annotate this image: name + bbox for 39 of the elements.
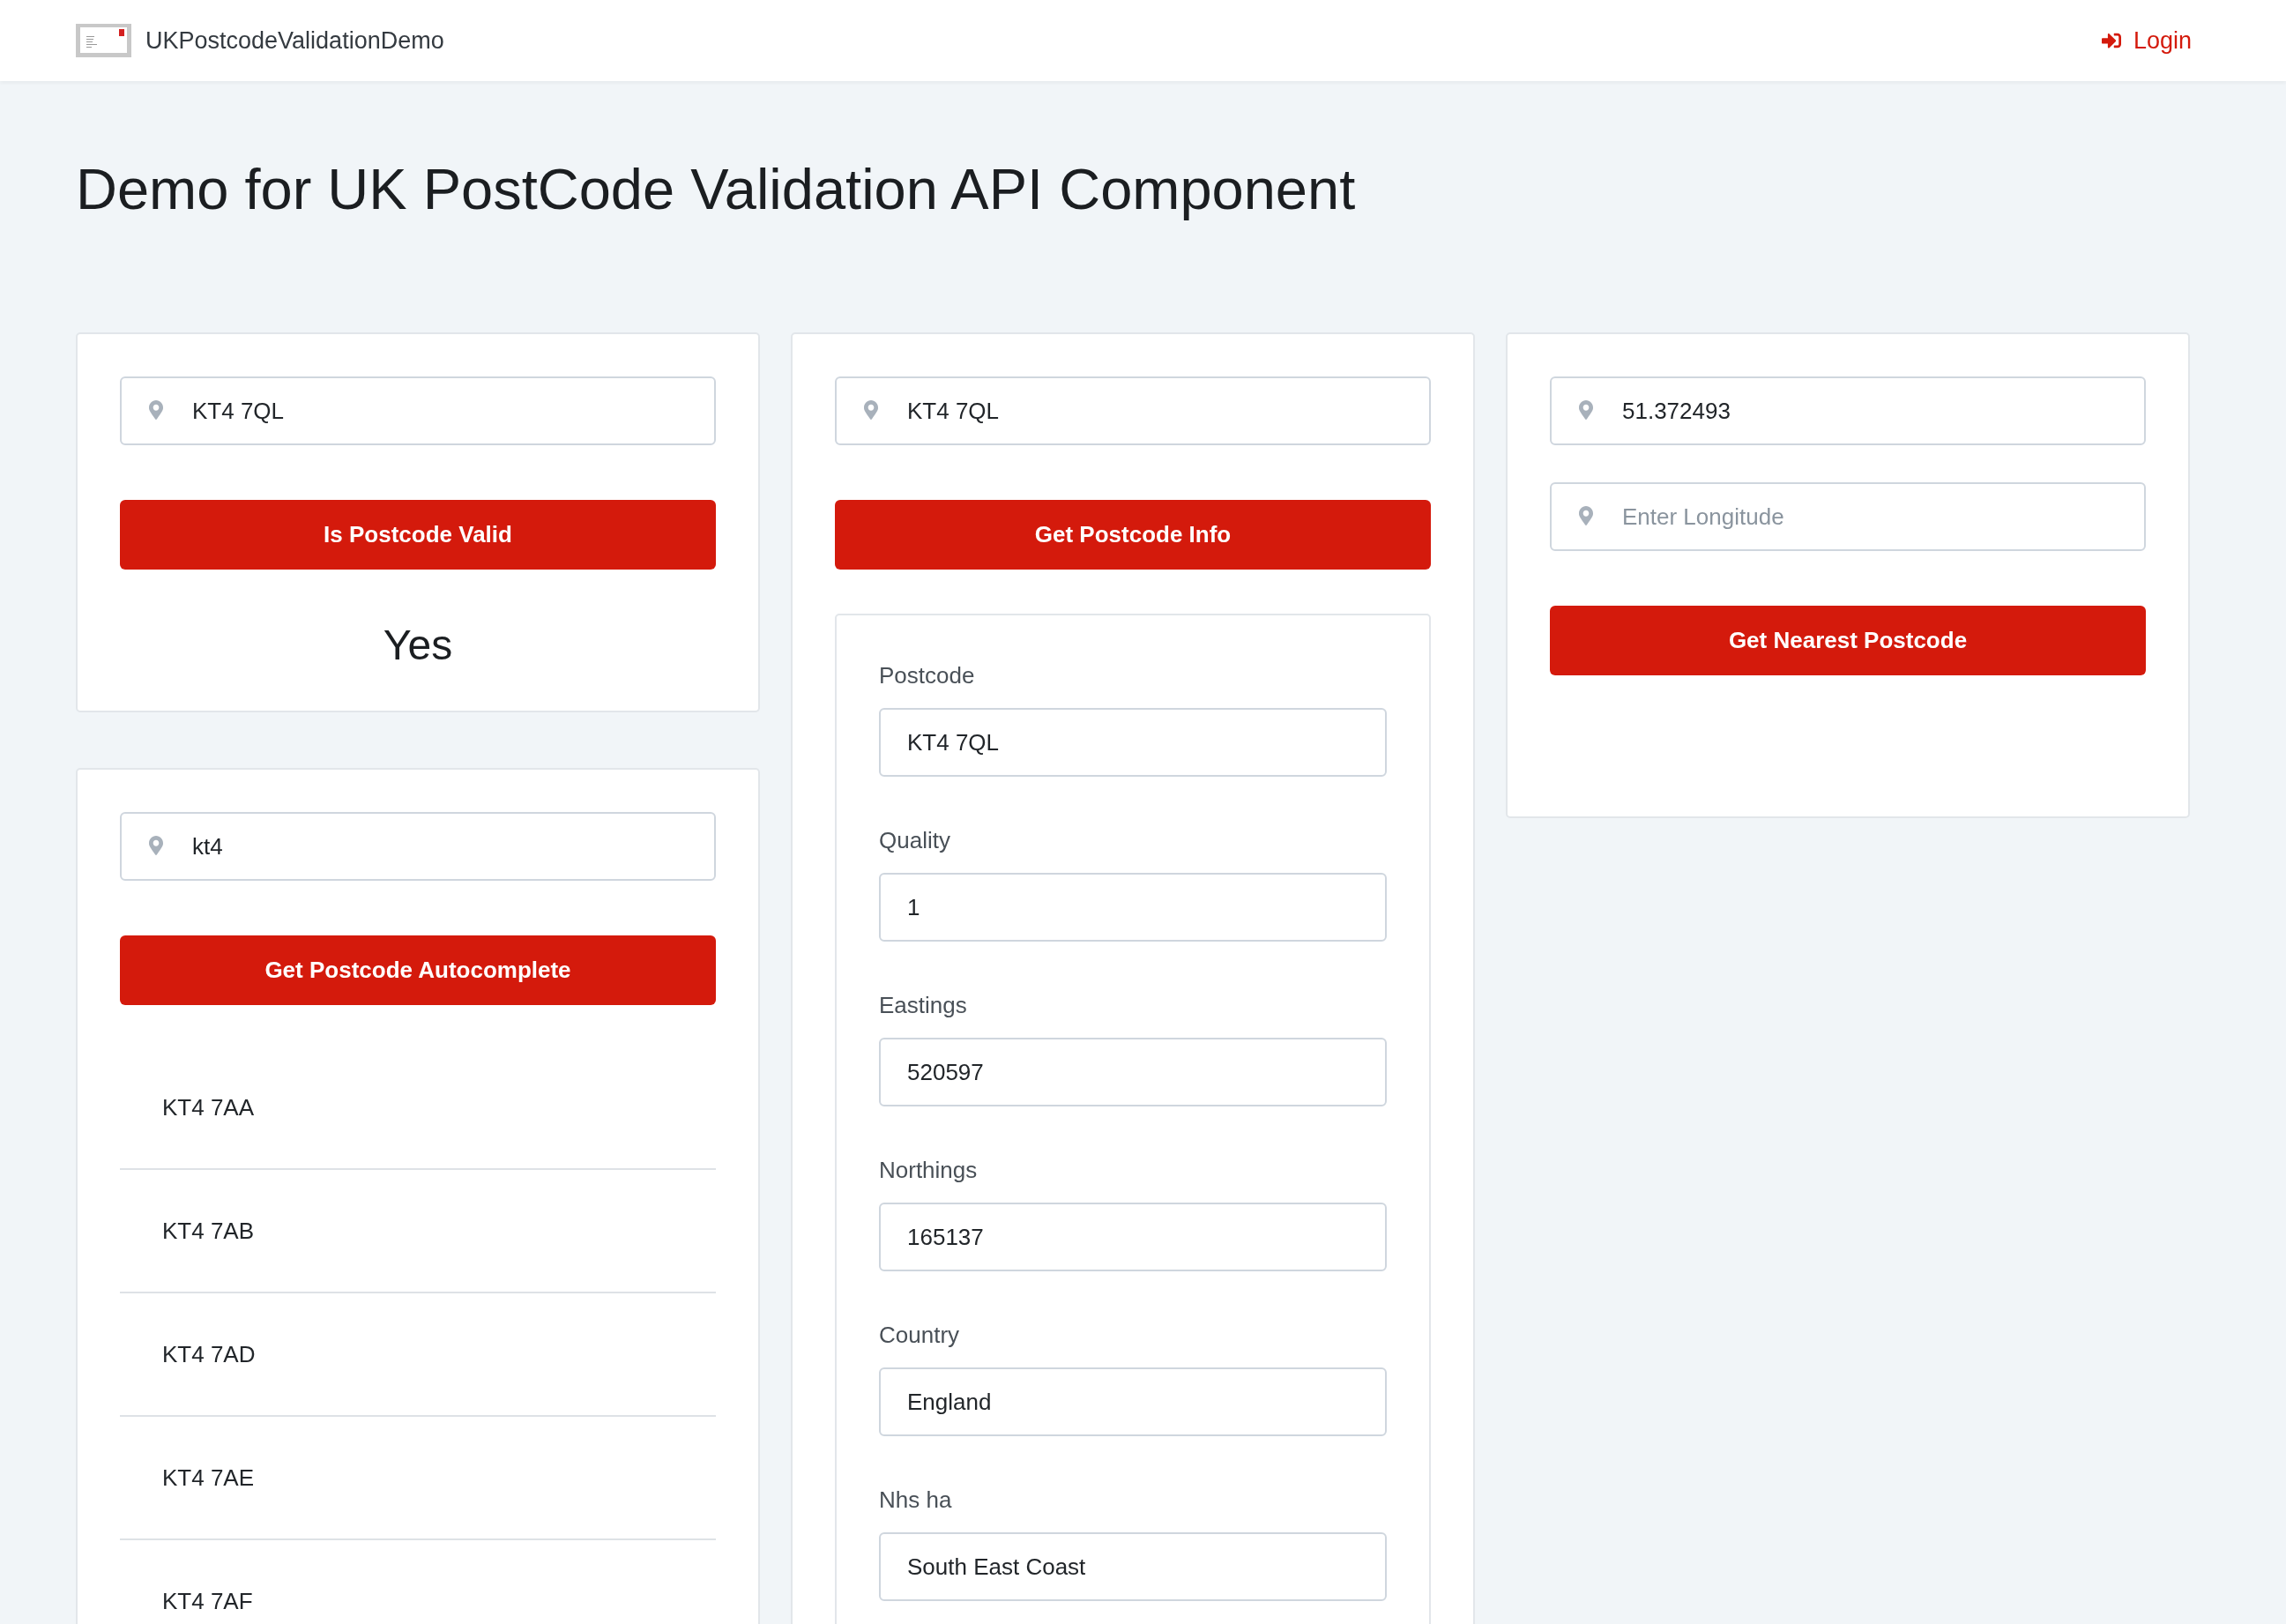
map-pin-icon <box>149 836 163 855</box>
field-label: Postcode <box>879 661 976 690</box>
map-pin-icon <box>1579 400 1593 420</box>
page-title: Demo for UK PostCode Validation API Component <box>76 156 1357 223</box>
location-input[interactable]: KT4 7QL <box>835 376 1431 445</box>
suggestion-item[interactable]: KT4 7AA <box>120 1047 716 1170</box>
result-text: Yes <box>383 622 453 668</box>
map-pin-icon <box>149 400 163 420</box>
info-field[interactable]: KT4 7QL <box>879 708 1387 777</box>
envelope-icon <box>76 24 131 57</box>
brand-name: UKPostcodeValidationDemo <box>145 26 444 55</box>
location-input[interactable]: kt4 <box>120 812 716 881</box>
field-label: Country <box>879 1321 961 1350</box>
sign-in-icon <box>2101 31 2121 50</box>
field-label: Nhs ha <box>879 1486 953 1515</box>
info-field[interactable]: 520597 <box>879 1038 1387 1106</box>
info-field[interactable]: South East Coast <box>879 1532 1387 1601</box>
login-text: Login <box>2133 26 2192 55</box>
location-input[interactable]: Enter Longitude <box>1550 482 2146 551</box>
suggestion-item[interactable]: KT4 7AE <box>120 1417 716 1540</box>
suggestion-item[interactable]: KT4 7AF <box>120 1540 716 1624</box>
suggestion-item[interactable]: KT4 7AB <box>120 1170 716 1293</box>
location-input[interactable]: KT4 7QL <box>120 376 716 445</box>
submit-button[interactable]: Is Postcode Valid <box>120 500 716 570</box>
submit-button[interactable]: Get Postcode Info <box>835 500 1431 570</box>
suggestion-item[interactable]: KT4 7AD <box>120 1293 716 1417</box>
login-link[interactable]: Login <box>2101 26 2192 55</box>
info-field[interactable]: England <box>879 1367 1387 1436</box>
location-input[interactable]: 51.372493 <box>1550 376 2146 445</box>
info-field[interactable]: 1 <box>879 873 1387 942</box>
map-pin-icon <box>864 400 878 420</box>
brand-link[interactable]: UKPostcodeValidationDemo <box>76 24 444 57</box>
info-field[interactable]: 165137 <box>879 1203 1387 1271</box>
submit-button[interactable]: Get Postcode Autocomplete <box>120 935 716 1005</box>
map-pin-icon <box>1579 506 1593 525</box>
submit-button[interactable]: Get Nearest Postcode <box>1550 606 2146 675</box>
field-label: Northings <box>879 1156 979 1185</box>
field-label: Quality <box>879 826 951 855</box>
field-label: Eastings <box>879 991 968 1020</box>
